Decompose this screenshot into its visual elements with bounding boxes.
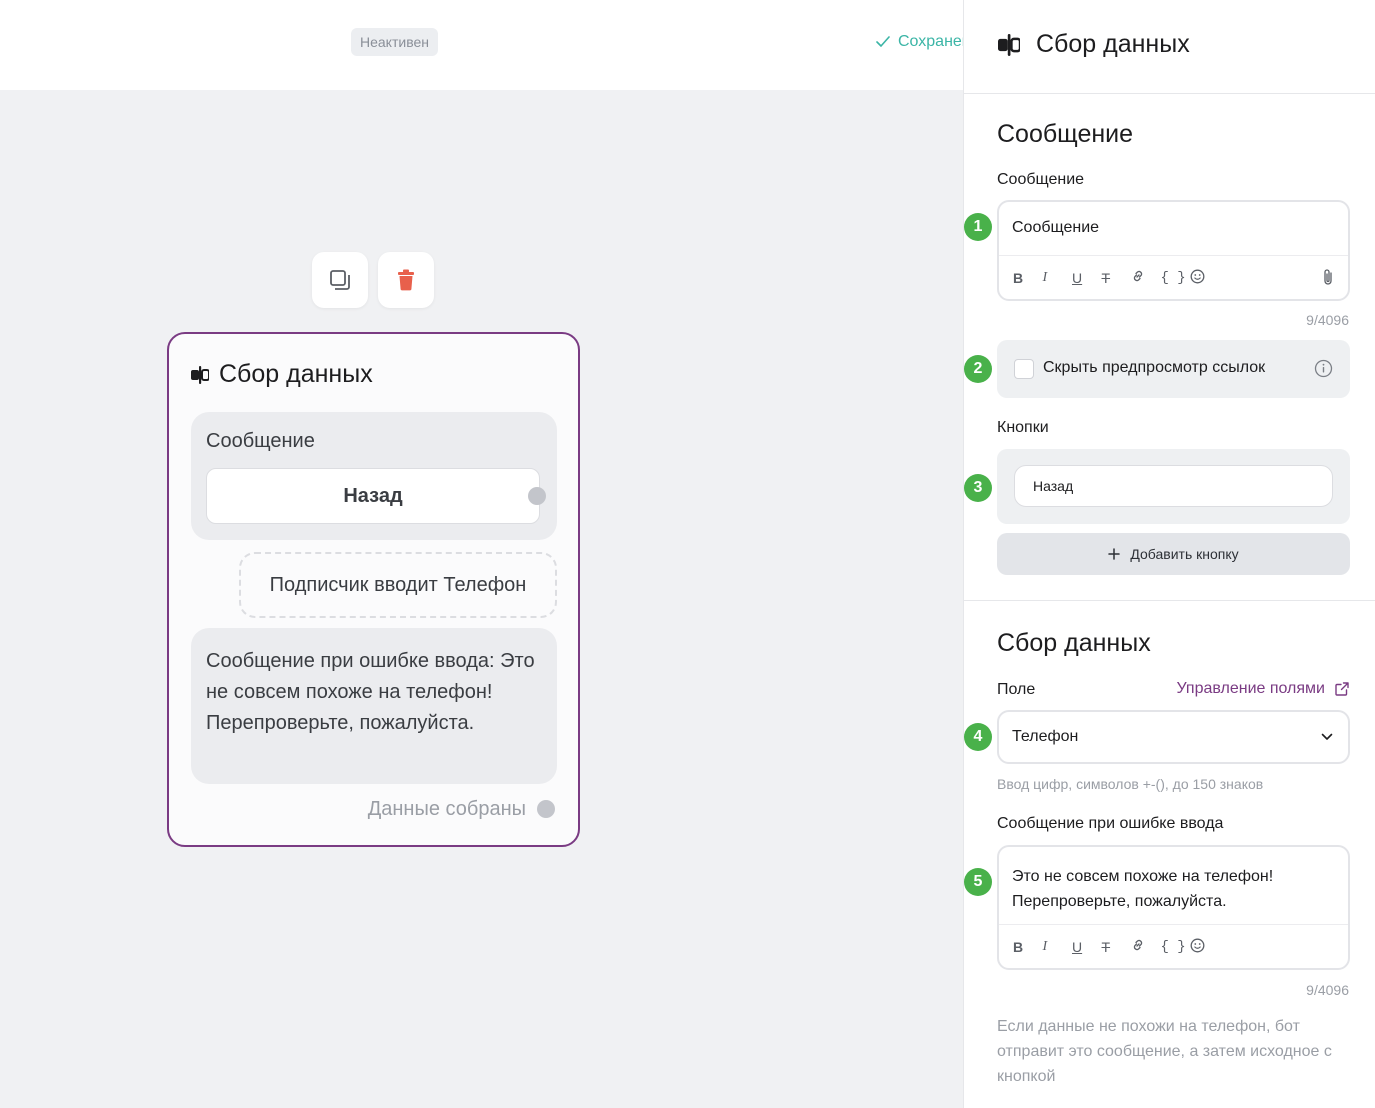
error-message-editor-text[interactable]: Это не совсем похоже на телефон! Перепро… xyxy=(999,847,1348,914)
collected-connector[interactable] xyxy=(537,800,555,818)
trash-icon xyxy=(398,269,414,291)
chevron-down-icon xyxy=(1321,733,1333,740)
node-back-button[interactable]: Назад xyxy=(206,468,540,524)
link-button[interactable] xyxy=(1131,269,1161,286)
copy-icon xyxy=(330,270,350,290)
delete-button[interactable] xyxy=(378,252,434,308)
field-select[interactable]: Телефон xyxy=(997,710,1350,764)
emoji-button[interactable] xyxy=(1190,269,1220,287)
section-divider xyxy=(964,600,1375,601)
hide-preview-checkbox[interactable] xyxy=(1014,359,1034,379)
underline-button[interactable]: U xyxy=(1072,939,1102,955)
buttons-list: Назад xyxy=(997,449,1350,524)
plus-icon xyxy=(1108,548,1121,560)
duplicate-button[interactable] xyxy=(312,252,368,308)
panel-title: Сбор данных xyxy=(998,30,1190,59)
panel-title-text: Сбор данных xyxy=(1036,30,1190,58)
bold-button[interactable]: B xyxy=(1013,270,1043,286)
step-badge-1: 1 xyxy=(964,213,992,241)
data-section-heading: Сбор данных xyxy=(997,629,1151,657)
message-section-heading: Сообщение xyxy=(997,120,1134,148)
message-field-label: Сообщение xyxy=(997,171,1085,188)
node-message-block[interactable]: Сообщение Назад xyxy=(191,412,557,540)
field-hint: Ввод цифр, символов +-(), до 150 знаков xyxy=(997,776,1264,792)
field-select-value: Телефон xyxy=(1012,728,1079,745)
saved-label: Сохранено xyxy=(898,33,963,50)
emoji-button[interactable] xyxy=(1190,938,1220,956)
data-collection-node[interactable]: Сбор данных Сообщение Назад Подписчик вв… xyxy=(167,332,580,847)
variable-button[interactable]: { } xyxy=(1161,939,1191,955)
emoji-icon xyxy=(1190,269,1205,283)
node-input-block[interactable]: Подписчик вводит Телефон xyxy=(239,552,557,618)
node-title-text: Сбор данных xyxy=(219,360,373,388)
emoji-icon xyxy=(1190,938,1205,952)
underline-button[interactable]: U xyxy=(1072,270,1102,286)
paperclip-icon xyxy=(1324,269,1332,285)
message-editor-toolbar: B I U T { } xyxy=(999,255,1348,299)
error-message-line-1: Это не совсем похоже на телефон! xyxy=(1012,868,1274,885)
message-editor-text[interactable]: Сообщение xyxy=(999,202,1348,237)
link-button[interactable] xyxy=(1131,938,1161,955)
error-message-counter: 9/4096 xyxy=(1306,982,1349,998)
strikethrough-button[interactable]: T xyxy=(1102,939,1132,955)
step-badge-2: 2 xyxy=(964,355,992,383)
link-icon xyxy=(1133,270,1143,282)
attach-button[interactable] xyxy=(1322,268,1334,291)
error-message-line-2: Перепроверьте, пожалуйста. xyxy=(1012,893,1227,910)
button-item-back[interactable]: Назад xyxy=(1014,465,1333,507)
node-error-message[interactable]: Сообщение при ошибке ввода: Это не совсе… xyxy=(191,628,557,784)
italic-button[interactable]: I xyxy=(1043,270,1073,286)
info-icon[interactable] xyxy=(1314,359,1333,378)
check-icon xyxy=(876,36,890,47)
top-bar: Неактивен Сохранено xyxy=(0,0,963,90)
hide-preview-row[interactable]: Скрыть предпросмотр ссылок xyxy=(997,340,1350,398)
hide-preview-label[interactable]: Скрыть предпросмотр ссылок xyxy=(1043,359,1265,377)
status-badge: Неактивен xyxy=(351,28,438,56)
add-button-label: Добавить кнопку xyxy=(1130,546,1239,562)
manage-fields-label[interactable]: Управление полями xyxy=(1176,680,1325,698)
italic-button[interactable]: I xyxy=(1043,939,1073,955)
error-message-label: Сообщение при ошибке ввода xyxy=(997,815,1224,832)
strikethrough-button[interactable]: T xyxy=(1102,270,1132,286)
manage-fields-link[interactable]: Управление полями xyxy=(1176,680,1349,698)
data-collection-icon xyxy=(998,33,1020,56)
saved-status: Сохранено xyxy=(876,30,963,54)
link-icon xyxy=(1133,939,1143,951)
buttons-label: Кнопки xyxy=(997,419,1049,436)
external-link-icon xyxy=(1335,682,1349,696)
back-button-connector[interactable] xyxy=(528,487,546,505)
add-button-button[interactable]: Добавить кнопку xyxy=(997,533,1350,575)
step-badge-5: 5 xyxy=(964,868,992,896)
step-badge-4: 4 xyxy=(964,723,992,751)
data-collection-icon xyxy=(191,365,209,384)
message-counter: 9/4096 xyxy=(1306,312,1349,328)
step-badge-3: 3 xyxy=(964,474,992,502)
variable-button[interactable]: { } xyxy=(1161,270,1191,286)
field-label: Поле xyxy=(997,681,1036,698)
node-title: Сбор данных xyxy=(191,360,373,389)
panel-header: Сбор данных xyxy=(964,0,1375,94)
error-editor-toolbar: B I U T { } xyxy=(999,924,1348,968)
bold-button[interactable]: B xyxy=(1013,939,1043,955)
settings-panel: Сбор данных Сообщение Сообщение 1 Сообще… xyxy=(963,0,1375,1108)
error-footer-hint: Если данные не похожи на телефон, бот от… xyxy=(997,1018,1332,1085)
node-message-label: Сообщение xyxy=(206,430,315,452)
error-message-editor[interactable]: Это не совсем похоже на телефон! Перепро… xyxy=(997,845,1350,970)
node-collected-label: Данные собраны xyxy=(367,798,526,820)
message-editor[interactable]: Сообщение B I U T { } xyxy=(997,200,1350,301)
